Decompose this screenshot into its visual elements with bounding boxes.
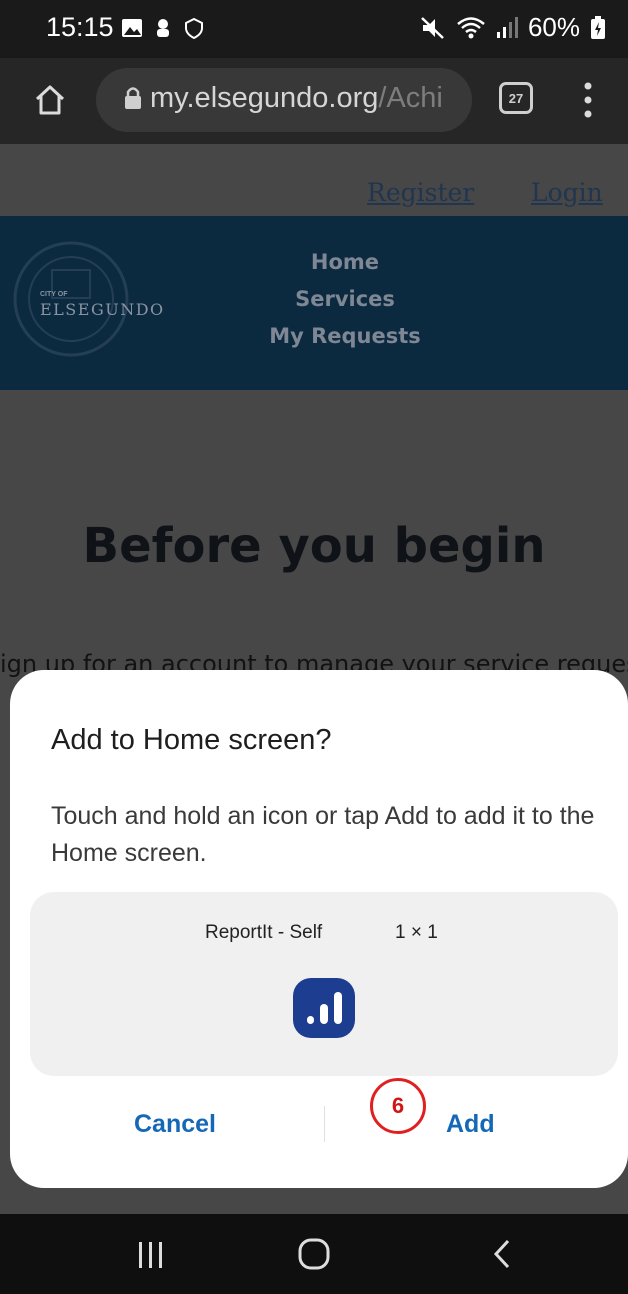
logo-city-of: CITY OF: [40, 291, 68, 298]
tab-count: 27: [508, 90, 524, 106]
nav-home[interactable]: Home: [245, 250, 445, 274]
shortcut-preview: ReportIt - Self 1 × 1: [30, 892, 618, 1076]
status-time: 15:15: [46, 12, 114, 42]
dialog-body: Touch and hold an icon or tap Add to add…: [51, 802, 595, 867]
nav-my-requests[interactable]: My Requests: [245, 324, 445, 348]
mute-icon: [421, 16, 444, 39]
login-link[interactable]: Login: [531, 178, 603, 207]
home-icon[interactable]: [33, 83, 67, 117]
home-nav-icon[interactable]: [296, 1236, 332, 1272]
app-size: 1 × 1: [395, 922, 438, 943]
app-name: ReportIt - Self: [205, 922, 323, 943]
url-host: my.elsegundo.org: [150, 82, 379, 114]
button-divider: [324, 1106, 325, 1142]
lock-icon[interactable]: [123, 85, 143, 111]
url-path: /Achi: [378, 82, 443, 114]
nav-services[interactable]: Services: [245, 287, 445, 311]
step-marker: 6: [370, 1078, 426, 1134]
battery-percent: 60%: [527, 12, 580, 42]
url-text[interactable]: my.elsegundo.org/Achi: [150, 82, 468, 115]
bar-chart-icon: [307, 992, 342, 1024]
wifi-icon: [457, 16, 485, 38]
system-nav-bar: [0, 1214, 628, 1294]
status-bar: 15:15 60%: [0, 0, 628, 58]
site-header: CITY OF ELSEGUNDO Home Services My Reque…: [0, 216, 628, 390]
notification-icon: [157, 19, 169, 37]
city-seal-logo: [13, 241, 129, 357]
back-icon[interactable]: [490, 1238, 514, 1270]
signal-icon: [496, 16, 518, 38]
gallery-icon: [122, 19, 142, 37]
logo-wordmark: ELSEGUNDO: [40, 300, 165, 319]
tabs-icon[interactable]: 27: [499, 82, 533, 114]
add-button[interactable]: Add: [446, 1110, 495, 1139]
battery-icon: [591, 15, 605, 39]
status-right: 60%: [420, 12, 606, 43]
add-to-home-dialog: Add to Home screen? Touch and hold an ic…: [10, 670, 628, 1188]
page-headline: Before you begin: [82, 518, 546, 574]
dialog-title: Add to Home screen?: [51, 724, 332, 756]
recents-icon[interactable]: [136, 1240, 166, 1270]
app-icon[interactable]: [293, 978, 355, 1038]
register-link[interactable]: Register: [367, 178, 474, 207]
cancel-button[interactable]: Cancel: [134, 1110, 216, 1139]
more-icon[interactable]: [582, 80, 594, 120]
wifi-shield-icon: [185, 17, 203, 39]
